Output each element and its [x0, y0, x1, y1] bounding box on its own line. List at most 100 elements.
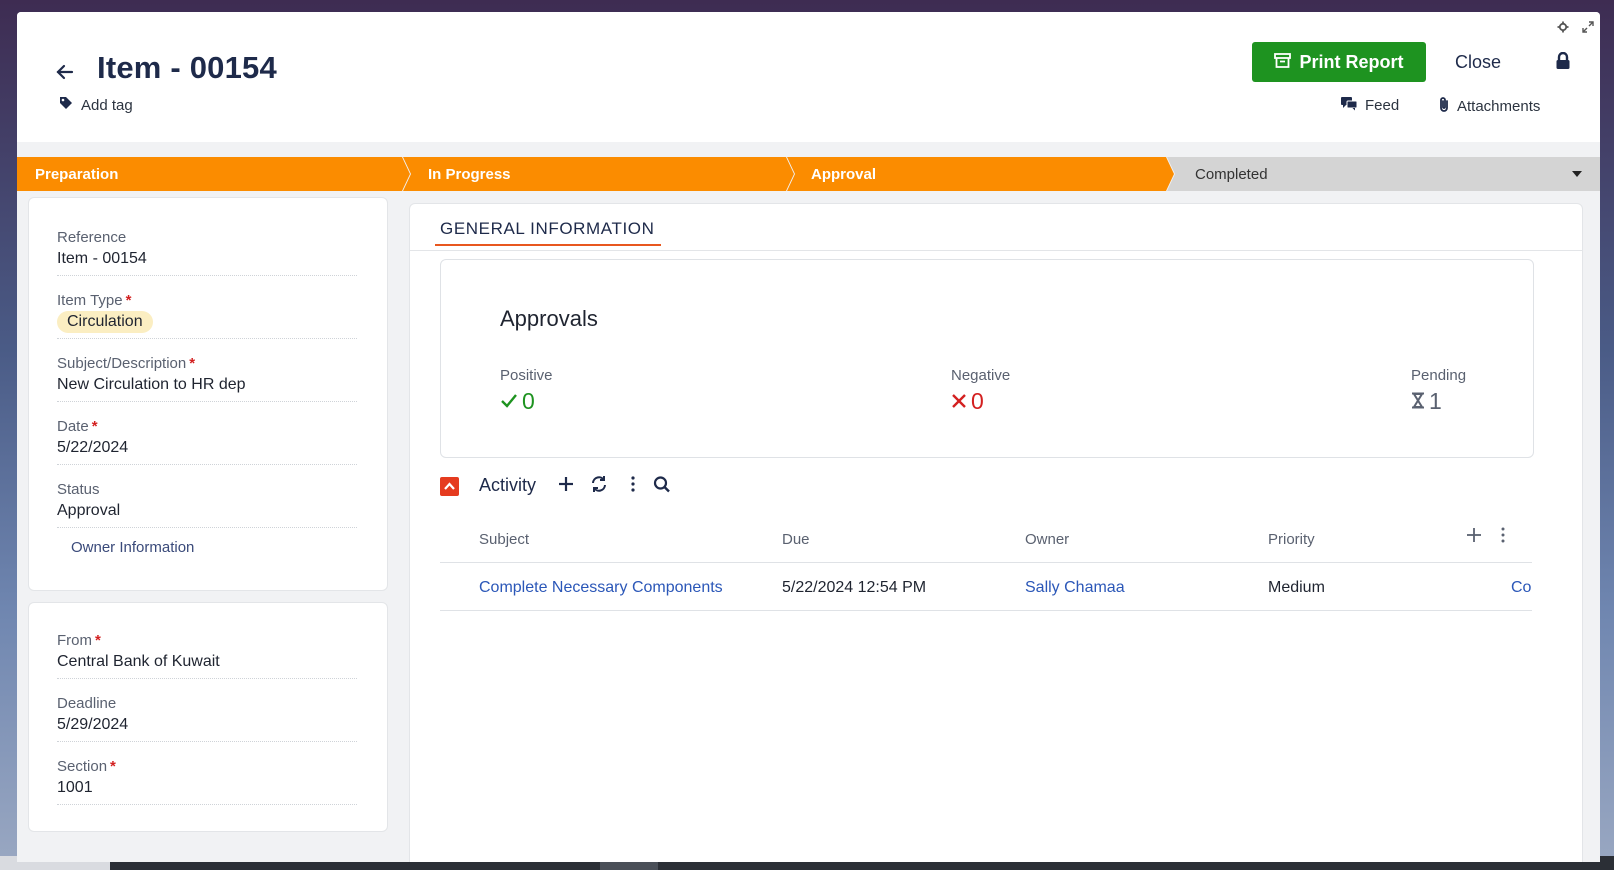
stage-approval[interactable]: Approval — [811, 157, 1161, 191]
from-label: From * — [57, 632, 357, 649]
stage-label: Completed — [1195, 165, 1268, 183]
activity-extra-link[interactable]: Co — [1511, 579, 1531, 597]
item-type-label-text: Item Type — [57, 292, 123, 309]
subject-label: Subject/Description * — [57, 355, 357, 372]
item-type-label: Item Type * — [57, 292, 357, 309]
lock-icon[interactable] — [1555, 51, 1571, 75]
positive-count: 0 — [500, 388, 553, 415]
table-row-divider — [440, 610, 1532, 611]
approvals-positive: Positive 0 — [500, 367, 553, 415]
from-field: From * Central Bank of Kuwait — [57, 632, 357, 679]
pending-value: 1 — [1429, 388, 1442, 414]
tab-general-information[interactable]: GENERAL INFORMATION — [440, 219, 654, 239]
subject-value[interactable]: New Circulation to HR dep — [57, 376, 357, 394]
add-tag-button[interactable]: Add tag — [59, 96, 133, 114]
stage-path: Preparation In Progress Approval Complet… — [17, 157, 1600, 191]
positive-value: 0 — [522, 388, 535, 414]
feed-icon — [1340, 96, 1358, 115]
stage-label: Approval — [811, 165, 877, 183]
feed-button[interactable]: Feed — [1340, 96, 1399, 115]
required-marker: * — [110, 758, 116, 775]
plus-icon[interactable] — [557, 474, 575, 499]
record-header: Item - 00154 Add tag Print Report Close … — [17, 12, 1600, 142]
required-marker: * — [95, 632, 101, 649]
date-value[interactable]: 5/22/2024 — [57, 439, 357, 457]
approvals-pending: Pending 1 — [1411, 367, 1466, 415]
from-value[interactable]: Central Bank of Kuwait — [57, 653, 357, 671]
kebab-icon[interactable] — [1500, 526, 1506, 549]
status-label: Status — [57, 481, 100, 498]
expand-icon[interactable] — [1582, 21, 1594, 36]
activity-subject-link[interactable]: Complete Necessary Components — [479, 579, 723, 597]
chevron-up-icon — [440, 482, 459, 500]
kebab-icon[interactable] — [630, 474, 636, 499]
activity-title: Activity — [479, 475, 537, 495]
activity-due: 5/22/2024 12:54 PM — [782, 579, 927, 596]
owner-information-link[interactable]: Owner Information — [71, 539, 194, 556]
column-header-subject[interactable]: Subject — [479, 531, 529, 548]
print-report-label: Print Report — [1299, 51, 1404, 72]
column-header-priority[interactable]: Priority — [1268, 531, 1315, 548]
paperclip-icon — [1438, 96, 1450, 117]
cross-icon — [951, 388, 967, 415]
origin-card: From * Central Bank of Kuwait Deadline 5/… — [28, 602, 388, 832]
negative-value: 0 — [971, 388, 984, 414]
add-column-icon[interactable] — [1466, 526, 1482, 549]
archive-icon — [1274, 52, 1292, 73]
attachments-label: Attachments — [1457, 98, 1541, 115]
required-marker: * — [125, 292, 132, 309]
stage-in-progress[interactable]: In Progress — [428, 157, 778, 191]
pending-count: 1 — [1411, 388, 1466, 415]
stage-preparation[interactable]: Preparation — [35, 157, 395, 191]
main-panel: GENERAL INFORMATION Approvals Positive 0… — [409, 203, 1583, 862]
reference-field: Reference Item - 00154 — [57, 229, 357, 276]
deadline-field: Deadline 5/29/2024 — [57, 695, 357, 742]
record-window: Item - 00154 Add tag Print Report Close … — [17, 12, 1600, 862]
subject-field: Subject/Description * New Circulation to … — [57, 355, 357, 402]
section-value[interactable]: 1001 — [57, 779, 357, 797]
positive-label: Positive — [500, 367, 553, 384]
add-tag-label: Add tag — [81, 96, 133, 114]
from-label-text: From — [57, 632, 92, 649]
chevron-down-icon[interactable] — [1572, 171, 1582, 177]
refresh-icon[interactable] — [590, 474, 608, 499]
close-button[interactable]: Close — [1455, 52, 1501, 73]
activity-owner-link[interactable]: Sally Chamaa — [1025, 579, 1125, 597]
print-report-button[interactable]: Print Report — [1252, 42, 1426, 82]
required-marker: * — [189, 355, 196, 372]
stage-label: In Progress — [428, 165, 511, 183]
date-label-text: Date — [57, 418, 89, 435]
status-value[interactable]: Approval — [57, 502, 357, 520]
back-arrow-icon[interactable] — [55, 58, 75, 89]
tag-icon — [59, 96, 73, 114]
table-header-divider — [440, 562, 1532, 563]
attachments-button[interactable]: Attachments — [1438, 96, 1540, 117]
page-title: Item - 00154 — [97, 50, 277, 85]
collapse-activity-button[interactable] — [440, 477, 459, 496]
deadline-label: Deadline — [57, 695, 117, 712]
item-type-value[interactable]: Circulation — [57, 311, 357, 333]
section-label: Section * — [57, 758, 357, 775]
approvals-card: Approvals Positive 0 Negative 0 Pending — [440, 259, 1534, 458]
search-icon[interactable] — [653, 474, 671, 499]
details-card: Reference Item - 00154 Item Type * Circul… — [28, 197, 388, 591]
tab-divider — [410, 250, 1582, 251]
deadline-value[interactable]: 5/29/2024 — [57, 716, 357, 734]
stage-completed[interactable]: Completed — [1195, 157, 1600, 191]
approvals-negative: Negative 0 — [951, 367, 1010, 415]
approvals-title: Approvals — [500, 306, 598, 331]
section-field: Section * 1001 — [57, 758, 357, 805]
reference-value[interactable]: Item - 00154 — [57, 250, 357, 268]
subject-label-text: Subject/Description — [57, 355, 187, 372]
gear-icon[interactable] — [1557, 21, 1569, 36]
activity-priority: Medium — [1268, 579, 1325, 596]
stage-label: Preparation — [35, 165, 119, 183]
feed-label: Feed — [1365, 97, 1400, 114]
column-header-due[interactable]: Due — [782, 531, 810, 548]
column-header-owner[interactable]: Owner — [1025, 531, 1069, 548]
hourglass-icon — [1411, 388, 1425, 415]
reference-label: Reference — [57, 229, 127, 246]
date-label: Date * — [57, 418, 357, 435]
section-label-text: Section — [57, 758, 108, 775]
date-field: Date * 5/22/2024 — [57, 418, 357, 465]
